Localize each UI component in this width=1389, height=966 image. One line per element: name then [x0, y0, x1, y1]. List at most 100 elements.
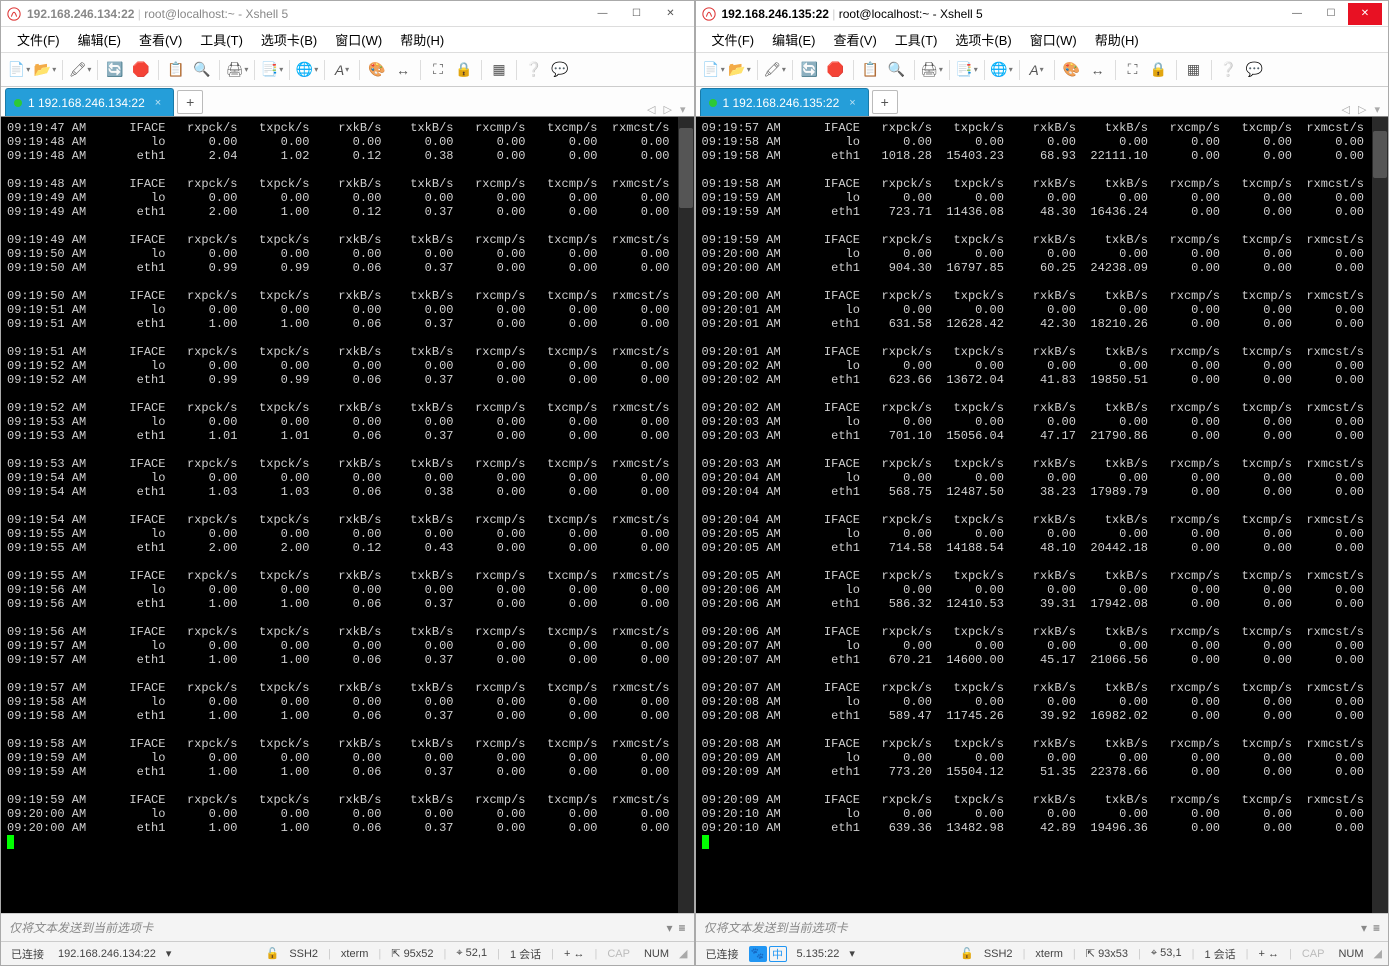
menu-help[interactable]: 帮助(H) — [1087, 27, 1147, 52]
status-plus[interactable]: + ↔ — [1255, 948, 1283, 960]
status-host: 5.135:22 — [793, 948, 844, 960]
disconnect-icon[interactable]: 🛑 — [824, 58, 848, 82]
help-icon[interactable]: ❔ — [522, 58, 546, 82]
fullscreen-icon[interactable]: ⛶ — [1121, 58, 1145, 82]
minimize-button[interactable]: — — [586, 3, 620, 25]
terminal[interactable]: 09:19:47 AM IFACE rxpck/s txpck/s rxkB/s… — [1, 117, 694, 913]
terminal-scrollbar[interactable] — [1372, 117, 1388, 913]
highlight-icon[interactable]: 🖍 — [68, 58, 92, 82]
session-tab[interactable]: 1 192.168.246.134:22 × — [5, 88, 174, 116]
print-icon[interactable]: 🖨 — [225, 58, 249, 82]
status-dropdown-icon[interactable]: ▾ — [166, 947, 172, 960]
chat-icon[interactable]: 💬 — [548, 58, 572, 82]
scrollbar-thumb[interactable] — [1373, 131, 1387, 179]
status-term-type: xterm — [1031, 948, 1067, 960]
resize-grip-icon[interactable]: ◢ — [1374, 947, 1382, 960]
new-tab-button[interactable]: + — [872, 90, 898, 114]
send-bar[interactable]: 仅将文本发送到当前选项卡 ▾ ≡ — [696, 913, 1389, 941]
status-sessions: 1 会话 — [1200, 946, 1239, 962]
find-icon[interactable]: 🔍 — [885, 58, 909, 82]
ime-indicator[interactable]: 🐾中 — [749, 946, 787, 962]
maximize-button[interactable]: ☐ — [1314, 3, 1348, 25]
tabs-scroll-right-icon[interactable]: ▷ — [1358, 103, 1366, 116]
status-size: ⇱ 95x52 — [387, 947, 437, 960]
status-plus[interactable]: + ↔ — [560, 948, 588, 960]
tabs-scroll-left-icon[interactable]: ◁ — [647, 103, 655, 116]
send-bar[interactable]: 仅将文本发送到当前选项卡 ▾ ≡ — [1, 913, 694, 941]
titlebar[interactable]: 192.168.246.135:22 | root@localhost:~ - … — [696, 1, 1389, 27]
maximize-button[interactable]: ☐ — [620, 3, 654, 25]
tabs-menu-icon[interactable]: ▾ — [680, 103, 686, 116]
menu-window[interactable]: 窗口(W) — [1022, 27, 1085, 52]
new-tab-button[interactable]: + — [177, 90, 203, 114]
lock-icon: 🔓 — [266, 947, 280, 960]
menu-tool[interactable]: 工具(T) — [887, 27, 946, 52]
font-icon[interactable]: A — [330, 58, 354, 82]
reconnect-icon[interactable]: 🔄 — [103, 58, 127, 82]
tabs-menu-icon[interactable]: ▾ — [1374, 103, 1380, 116]
xshell-window-left: 192.168.246.134:22 | root@localhost:~ - … — [0, 0, 695, 966]
menu-tab[interactable]: 选项卡(B) — [253, 27, 325, 52]
tabs-scroll-left-icon[interactable]: ◁ — [1342, 103, 1350, 116]
print-icon[interactable]: 🖨 — [920, 58, 944, 82]
globe-icon[interactable]: 🌐 — [990, 58, 1014, 82]
open-icon[interactable]: 📂 — [728, 58, 752, 82]
reconnect-icon[interactable]: 🔄 — [798, 58, 822, 82]
menu-help[interactable]: 帮助(H) — [392, 27, 452, 52]
props-icon[interactable]: 📑 — [955, 58, 979, 82]
status-dropdown-icon[interactable]: ▾ — [849, 947, 855, 960]
new-session-icon[interactable]: 📄 — [7, 58, 31, 82]
highlight-icon[interactable]: 🖍 — [763, 58, 787, 82]
color-icon[interactable]: 🎨 — [365, 58, 389, 82]
transfer-icon[interactable]: ↔ — [391, 58, 415, 82]
disconnect-icon[interactable]: 🛑 — [129, 58, 153, 82]
menu-window[interactable]: 窗口(W) — [327, 27, 390, 52]
transfer-icon[interactable]: ↔ — [1086, 58, 1110, 82]
help-icon[interactable]: ❔ — [1217, 58, 1241, 82]
copy-icon[interactable]: 📋 — [164, 58, 188, 82]
menu-tool[interactable]: 工具(T) — [192, 27, 251, 52]
menu-file[interactable]: 文件(F) — [704, 27, 763, 52]
chat-icon[interactable]: 💬 — [1243, 58, 1267, 82]
scrollbar-thumb[interactable] — [679, 128, 693, 208]
status-term-type: xterm — [337, 948, 373, 960]
session-tab[interactable]: 1 192.168.246.135:22 × — [700, 88, 869, 116]
tabs-scroll-right-icon[interactable]: ▷ — [664, 103, 672, 116]
font-icon[interactable]: A — [1025, 58, 1049, 82]
toolbar-separator — [324, 60, 325, 80]
new-session-icon[interactable]: 📄 — [702, 58, 726, 82]
resize-grip-icon[interactable]: ◢ — [679, 947, 687, 960]
fullscreen-icon[interactable]: ⛶ — [426, 58, 450, 82]
copy-icon[interactable]: 📋 — [859, 58, 883, 82]
tile-icon[interactable]: ▦ — [487, 58, 511, 82]
menu-view[interactable]: 查看(V) — [825, 27, 884, 52]
send-menu-icon[interactable]: ≡ — [678, 921, 685, 935]
lock-icon: 🔓 — [960, 947, 974, 960]
send-menu-icon[interactable]: ≡ — [1373, 921, 1380, 935]
menu-edit[interactable]: 编辑(E) — [764, 27, 823, 52]
close-button[interactable]: ✕ — [654, 3, 688, 25]
titlebar[interactable]: 192.168.246.134:22 | root@localhost:~ - … — [1, 1, 694, 27]
tab-close-icon[interactable]: × — [849, 97, 855, 109]
lock-icon[interactable]: 🔒 — [1147, 58, 1171, 82]
open-icon[interactable]: 📂 — [33, 58, 57, 82]
menu-tab[interactable]: 选项卡(B) — [947, 27, 1019, 52]
terminal[interactable]: 09:19:57 AM IFACE rxpck/s txpck/s rxkB/s… — [696, 117, 1389, 913]
tile-icon[interactable]: ▦ — [1182, 58, 1206, 82]
menu-file[interactable]: 文件(F) — [9, 27, 68, 52]
send-dropdown-icon[interactable]: ▾ — [1361, 921, 1367, 935]
minimize-button[interactable]: — — [1280, 3, 1314, 25]
send-dropdown-icon[interactable]: ▾ — [666, 921, 672, 935]
lock-icon[interactable]: 🔒 — [452, 58, 476, 82]
toolbar-separator — [158, 60, 159, 80]
globe-icon[interactable]: 🌐 — [295, 58, 319, 82]
tab-close-icon[interactable]: × — [155, 97, 161, 109]
terminal-scrollbar[interactable] — [678, 117, 694, 913]
find-icon[interactable]: 🔍 — [190, 58, 214, 82]
color-icon[interactable]: 🎨 — [1060, 58, 1084, 82]
props-icon[interactable]: 📑 — [260, 58, 284, 82]
window-controls: — ☐ ✕ — [1280, 3, 1382, 25]
menu-view[interactable]: 查看(V) — [131, 27, 190, 52]
close-button[interactable]: ✕ — [1348, 3, 1382, 25]
menu-edit[interactable]: 编辑(E) — [70, 27, 129, 52]
